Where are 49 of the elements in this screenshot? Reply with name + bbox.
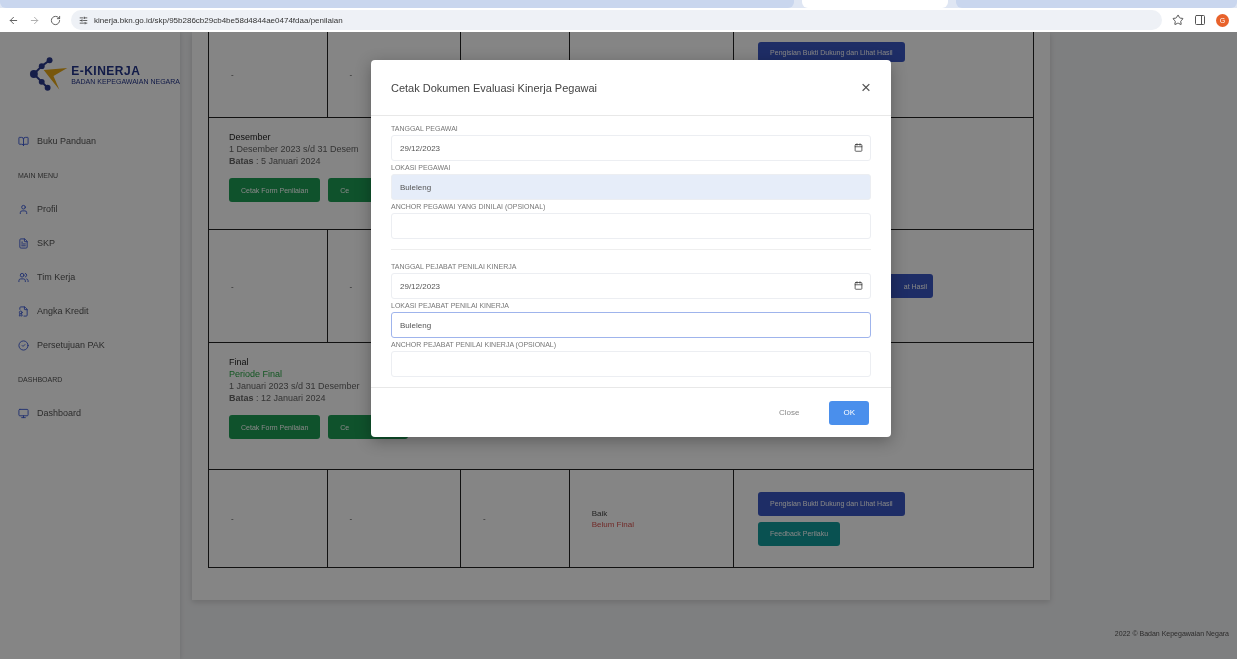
users-icon [18,271,29,283]
sidebar-item[interactable]: Tim Kerja [18,260,180,294]
period-range: 1 Januari 2023 s/d 31 Desember [229,381,360,391]
logo-icon [28,56,70,92]
calendar-icon[interactable] [854,143,863,152]
period-title: Desember [229,132,271,142]
period-range: 1 Desember 2023 s/d 31 Desem [229,144,359,154]
table-cell: - [349,281,353,291]
side-panel-icon[interactable] [1194,14,1206,26]
site-settings-icon[interactable] [79,15,88,25]
close-button[interactable]: Close [765,400,814,425]
table-cell: Baik [591,508,608,518]
book-icon [18,135,29,147]
table-cell: - [231,281,234,291]
period-label: Periode Final [229,369,283,379]
reload-icon[interactable] [50,14,61,26]
status-text: Belum Final [591,519,634,529]
user-icon [18,203,29,215]
ok-button[interactable]: OK [829,400,869,425]
sidebar-item[interactable]: Persetujuan PAK [18,328,180,362]
input-field[interactable]: Buleleng [391,174,871,200]
table-cell: - [231,514,234,523]
back-icon[interactable] [8,14,19,26]
input-field[interactable]: Buleleng [391,312,871,338]
close-button[interactable]: × [861,77,871,98]
sidebar-item[interactable]: SKP [18,226,180,260]
date-field[interactable]: 29/12/2023 [391,273,871,299]
deadline-text: Batas : 12 Januari 2024 [229,393,326,403]
document-icon [18,237,29,249]
deadline-text: Batas : 5 Januari 2024 [229,156,321,166]
table-cell: - [483,514,486,523]
sidebar-item[interactable]: Dashboard [18,396,180,430]
calendar-icon[interactable] [854,281,863,290]
monitor-icon [18,407,29,419]
star-icon[interactable] [1172,14,1184,26]
sidebar-item[interactable]: Angka Kredit [18,294,180,328]
period-title: Final [229,357,249,367]
table-cell: - [349,514,353,523]
dialog-title: Cetak Dokumen Evaluasi Kinerja Pegawai [391,81,598,94]
logo-title: E-KINERJA [71,63,142,78]
sidebar-item[interactable]: Buku Panduan [18,124,180,158]
document-icon [18,305,29,317]
date-field[interactable]: 29/12/2023 [391,135,871,161]
check-circle-icon [18,339,29,351]
sidebar-item[interactable]: Profil [18,192,180,226]
table-cell: - [349,70,353,79]
url-text: kinerja.bkn.go.id/skp/95b286cb29cb4be58d4844ae0474fdaa/penilaian [94,15,343,25]
address-bar[interactable]: kinerja.bkn.go.id/skp/95b286cb29cb4be58d4844ae0474fdaa/penilaian [71,10,1162,30]
table-cell: - [231,70,234,79]
